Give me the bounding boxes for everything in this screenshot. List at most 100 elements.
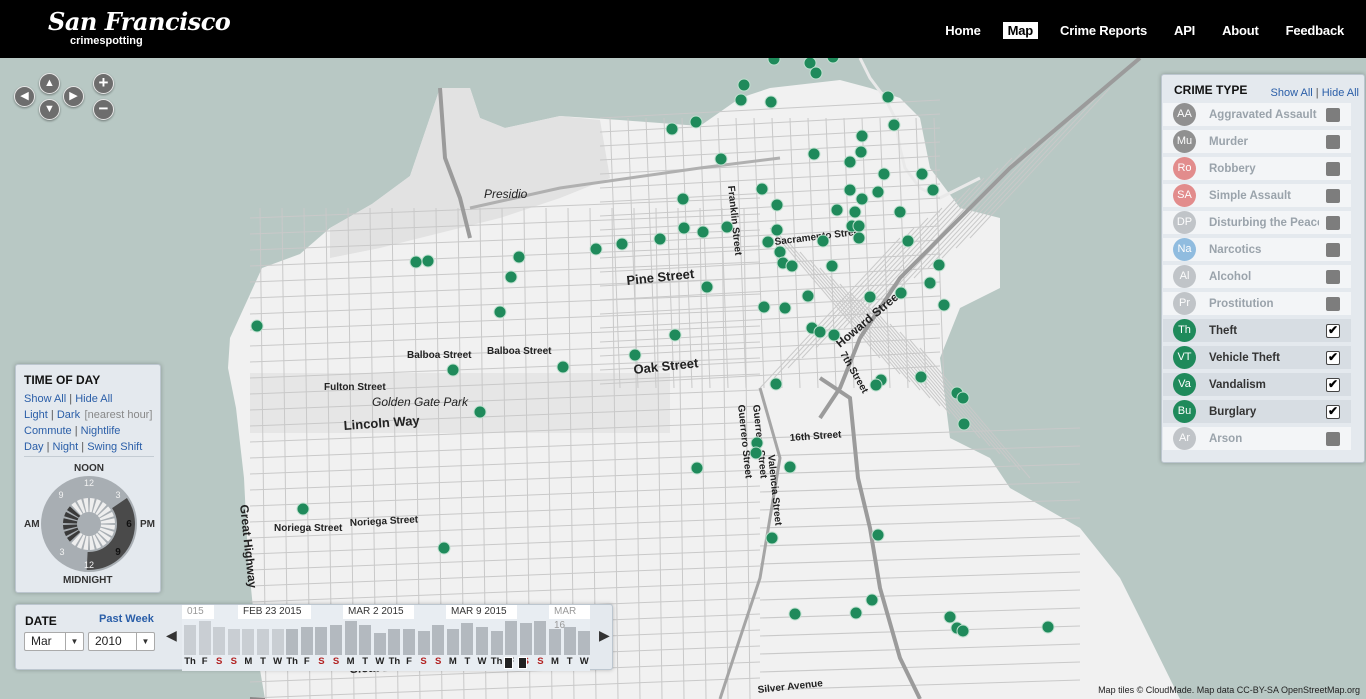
- crime-checkbox[interactable]: [1326, 107, 1340, 122]
- night-link[interactable]: Night: [53, 441, 79, 453]
- crime-marker[interactable]: [801, 289, 815, 303]
- crime-marker[interactable]: [765, 531, 779, 545]
- crime-marker[interactable]: [783, 460, 797, 474]
- crime-marker[interactable]: [755, 182, 769, 196]
- pan-left-button[interactable]: ◀: [14, 86, 35, 107]
- crime-marker[interactable]: [894, 286, 908, 300]
- crime-marker[interactable]: [809, 66, 823, 80]
- timeline-bar[interactable]: [198, 621, 211, 655]
- crime-marker[interactable]: [737, 78, 751, 92]
- timeline-bar[interactable]: [344, 621, 357, 655]
- crime-marker[interactable]: [863, 290, 877, 304]
- crime-type-murder[interactable]: Mu Murder: [1163, 130, 1351, 155]
- crime-type-aggravated-assault[interactable]: AA Aggravated Assault: [1163, 103, 1351, 128]
- timeline-range-handle[interactable]: [518, 657, 527, 669]
- site-logo[interactable]: San Francisco crimespotting: [48, 10, 231, 48]
- crime-marker[interactable]: [696, 225, 710, 239]
- crime-type-alcohol[interactable]: Al Alcohol: [1163, 265, 1351, 290]
- timeline-bar[interactable]: [403, 629, 415, 655]
- crime-marker[interactable]: [869, 378, 883, 392]
- crime-marker[interactable]: [813, 325, 827, 339]
- crime-type-arson[interactable]: Ar Arson: [1163, 427, 1351, 452]
- nav-map[interactable]: Map: [1002, 22, 1039, 39]
- nav-about[interactable]: About: [1217, 22, 1264, 39]
- crime-marker[interactable]: [700, 280, 714, 294]
- timeline-bar[interactable]: [315, 627, 328, 655]
- past-week-link[interactable]: Past Week: [99, 613, 154, 625]
- timeline-bar[interactable]: [227, 629, 240, 655]
- crime-marker[interactable]: [937, 298, 951, 312]
- timeline-bar[interactable]: [534, 621, 547, 655]
- crime-marker[interactable]: [852, 231, 866, 245]
- crime-marker[interactable]: [757, 300, 771, 314]
- timeline-bar[interactable]: [373, 633, 386, 655]
- pan-right-button[interactable]: ▶: [63, 86, 84, 107]
- crime-checkbox[interactable]: [1326, 404, 1340, 419]
- crime-checkbox[interactable]: [1326, 323, 1340, 338]
- timeline-bar[interactable]: [563, 627, 576, 655]
- crime-checkbox[interactable]: [1326, 269, 1340, 284]
- timeline-bar[interactable]: [359, 625, 372, 655]
- crime-marker[interactable]: [893, 205, 907, 219]
- crime-marker[interactable]: [943, 610, 957, 624]
- crime-marker[interactable]: [734, 93, 748, 107]
- nav-feedback[interactable]: Feedback: [1281, 22, 1349, 39]
- crime-marker[interactable]: [689, 115, 703, 129]
- crime-marker[interactable]: [764, 95, 778, 109]
- timeline-bar[interactable]: [388, 629, 401, 655]
- pan-up-button[interactable]: ▲: [39, 73, 60, 94]
- nav-home[interactable]: Home: [940, 22, 985, 39]
- crime-marker[interactable]: [901, 234, 915, 248]
- timeline-bar[interactable]: [578, 631, 590, 655]
- crime-marker[interactable]: [848, 205, 862, 219]
- timeline-bar[interactable]: [213, 627, 226, 655]
- timeline-bar[interactable]: [519, 623, 532, 655]
- crime-marker[interactable]: [556, 360, 570, 374]
- crime-marker[interactable]: [788, 607, 802, 621]
- crime-marker[interactable]: [854, 145, 868, 159]
- dark-link[interactable]: Dark: [57, 409, 80, 421]
- crime-marker[interactable]: [653, 232, 667, 246]
- crime-marker[interactable]: [826, 58, 840, 64]
- timeline-bar[interactable]: [432, 625, 445, 655]
- crime-marker[interactable]: [926, 183, 940, 197]
- crime-checkbox[interactable]: [1326, 377, 1340, 392]
- crime-marker[interactable]: [437, 541, 451, 555]
- crime-marker[interactable]: [665, 122, 679, 136]
- timeline-prev-button[interactable]: ◀: [166, 627, 177, 644]
- crime-checkbox[interactable]: [1326, 296, 1340, 311]
- crime-marker[interactable]: [778, 301, 792, 315]
- crime-marker[interactable]: [852, 219, 866, 233]
- timeline-bar[interactable]: [417, 631, 430, 655]
- nightlife-link[interactable]: Nightlife: [81, 425, 121, 437]
- zoom-out-button[interactable]: −: [93, 99, 114, 120]
- crime-marker[interactable]: [865, 593, 879, 607]
- crime-marker[interactable]: [915, 167, 929, 181]
- crime-checkbox[interactable]: [1326, 350, 1340, 365]
- crime-marker[interactable]: [296, 502, 310, 516]
- crime-marker[interactable]: [855, 192, 869, 206]
- crime-marker[interactable]: [785, 259, 799, 273]
- nav-api[interactable]: API: [1169, 22, 1200, 39]
- timeline-bar[interactable]: [271, 629, 284, 655]
- crime-marker[interactable]: [807, 147, 821, 161]
- crime-marker[interactable]: [956, 624, 970, 638]
- crime-marker[interactable]: [421, 254, 435, 268]
- pan-down-button[interactable]: ▼: [39, 99, 60, 120]
- crime-marker[interactable]: [855, 129, 869, 143]
- crime-marker[interactable]: [877, 167, 891, 181]
- timeline-bar[interactable]: [242, 629, 255, 655]
- timeline-range-handle[interactable]: [504, 657, 513, 669]
- crime-marker[interactable]: [720, 220, 734, 234]
- clock-selector[interactable]: NOON AM PM MIDNIGHT 12 12 9 3 3 6 9: [16, 462, 162, 592]
- crime-type-prostitution[interactable]: Pr Prostitution: [1163, 292, 1351, 317]
- crime-marker[interactable]: [825, 259, 839, 273]
- timeline-bar[interactable]: [330, 625, 342, 655]
- crime-checkbox[interactable]: [1326, 188, 1340, 203]
- crime-marker[interactable]: [887, 118, 901, 132]
- crime-marker[interactable]: [767, 58, 781, 66]
- crime-marker[interactable]: [957, 417, 971, 431]
- crime-type-theft[interactable]: Th Theft: [1163, 319, 1351, 344]
- crime-marker[interactable]: [770, 198, 784, 212]
- year-select[interactable]: 2010 ▼: [88, 632, 155, 651]
